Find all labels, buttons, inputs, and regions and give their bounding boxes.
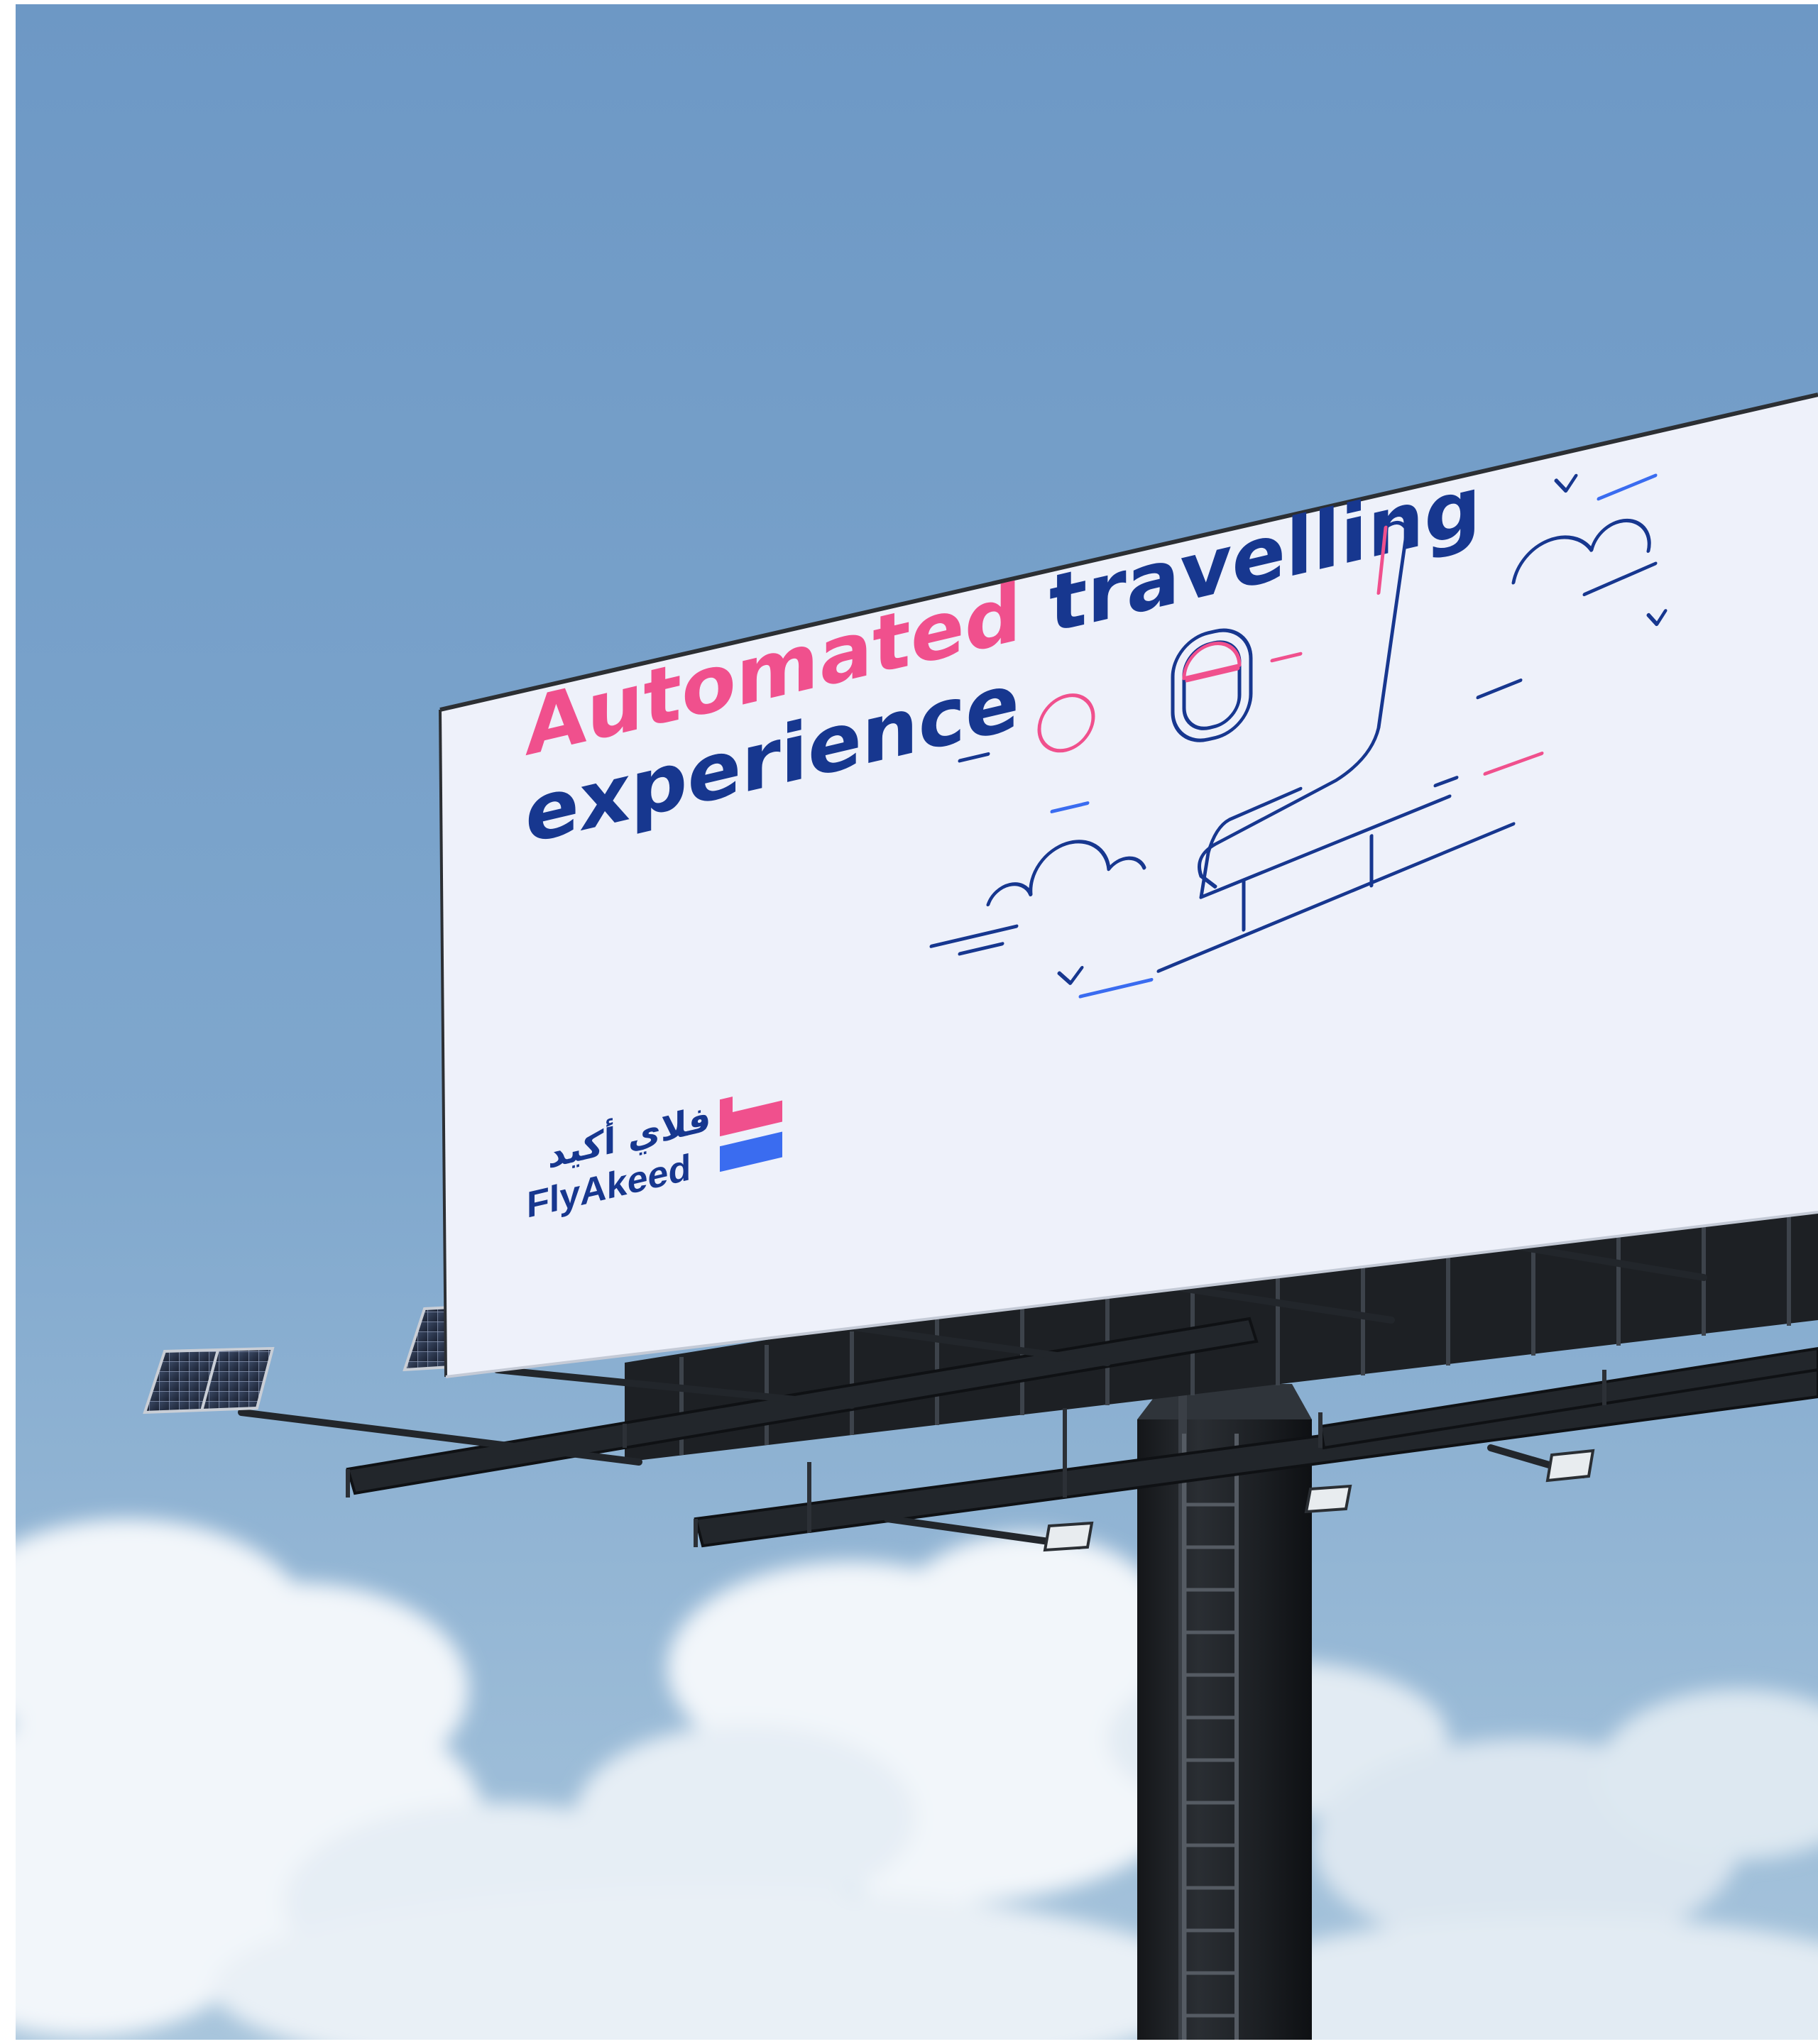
airplane-window-icon [1171,628,1253,742]
cloud-icon [929,840,1146,956]
flyakeed-flag-logo-icon [720,1096,782,1172]
brand-logo: فلاي أكيد FlyAkeed [527,1077,796,1247]
bird-icon [1554,473,1578,493]
airplane-seat-icon [1156,520,1516,973]
billboard-photo: Automated travelling experience فلاي أكي… [16,4,1818,2040]
sun-icon [1037,693,1095,753]
cloud-icon [1511,518,1658,597]
bird-icon [1646,609,1668,627]
bird-icon [1057,965,1084,985]
